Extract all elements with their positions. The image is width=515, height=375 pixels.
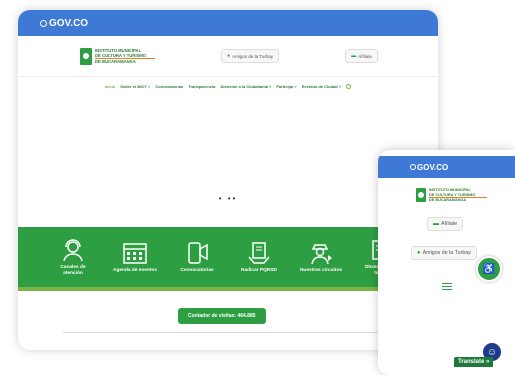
imct-emblem-icon: [416, 188, 426, 203]
hamburger-menu-icon[interactable]: [442, 283, 452, 292]
service-label: Radicar PQRSD: [241, 268, 277, 274]
mobile-brand-logo[interactable]: INSTITUTO MUNICIPAL DE CULTURA Y TURISMO…: [416, 188, 515, 203]
service-label: Convocatorias: [180, 268, 214, 274]
service-canales[interactable]: Canales de atención: [50, 237, 96, 276]
service-circuitos[interactable]: Nuestros circuitos: [298, 240, 344, 274]
person-icon: ●: [227, 53, 231, 59]
afiliate-button[interactable]: ▬ Afíliate: [345, 49, 378, 63]
divider: [63, 332, 393, 333]
service-label: Canales de atención: [60, 265, 86, 276]
service-label: Agenda de eventos: [113, 268, 157, 274]
headset-icon: [59, 237, 87, 263]
service-agenda[interactable]: Agenda de eventos: [112, 240, 158, 274]
card-icon: ▬: [433, 221, 439, 227]
visit-counter: Contador de visitas: 464.885: [178, 308, 266, 324]
imct-emblem-icon: [80, 47, 92, 65]
wheelchair-icon: ♿: [482, 263, 496, 275]
services-band-strip: [18, 287, 438, 291]
person-icon: ●: [417, 250, 421, 256]
nav-item-convocatorias[interactable]: Convocatorias: [155, 84, 183, 89]
nav-item-eventos[interactable]: Eventos de Ciudad ˅: [302, 84, 341, 89]
amigos-button[interactable]: ● Amigos de la Turbay: [221, 49, 280, 63]
gov-top-bar: GOV.CO: [18, 10, 438, 36]
amigos-label: Amigos de la Turbay: [232, 53, 274, 59]
brand-logo[interactable]: INSTITUTO MUNICIPAL DE CULTURA Y TURISMO…: [80, 47, 155, 65]
mobile-amigos-button[interactable]: ● Amigos de la Turbay: [411, 246, 477, 260]
nav-item-inicio[interactable]: Inicio: [105, 84, 115, 89]
gov-logo-text: GOV.CO: [417, 162, 449, 172]
megaphone-phone-icon: [183, 240, 211, 266]
gov-circle-icon: [410, 164, 416, 170]
brand-line-2: DE CULTURA Y TURISMO: [95, 52, 147, 58]
calendar-icon: [121, 240, 149, 266]
service-convocatorias[interactable]: Convocatorias: [174, 240, 220, 274]
mobile-afiliate-button[interactable]: ▬ Afíliate: [427, 217, 464, 231]
brand-line-3: DE BUCARAMANGA: [429, 197, 487, 203]
hero-slider: • ••: [18, 95, 438, 215]
site-header: INSTITUTO MUNICIPAL DE CULTURA Y TURISMO…: [18, 36, 438, 77]
search-icon[interactable]: [346, 83, 352, 89]
brand-line-2: DE CULTURA Y TURISMO: [429, 192, 476, 197]
gov-logo-text: GOV.CO: [49, 17, 89, 29]
main-nav: Inicio Sobre el IMCT ˅ Convocatorias Tra…: [18, 77, 438, 95]
nav-item-transparencia[interactable]: Transparencia: [188, 84, 215, 89]
translate-button[interactable]: Translate »: [454, 357, 494, 367]
brand-line-1: INSTITUTO MUNICIPAL: [429, 188, 471, 192]
mobile-preview: GOV.CO INSTITUTO MUNICIPAL DE CULTURA Y …: [378, 150, 515, 375]
afiliate-label: Afíliate: [358, 53, 372, 59]
mobile-gov-top-bar: GOV.CO: [378, 156, 515, 178]
afiliate-label: Afíliate: [441, 221, 458, 227]
card-icon: ▬: [351, 53, 357, 59]
service-label: Nuestros circuitos: [299, 268, 343, 274]
slider-dots[interactable]: • ••: [18, 194, 438, 203]
service-pqrsd[interactable]: Radicar PQRSD: [236, 240, 282, 274]
desktop-preview: GOV.CO INSTITUTO MUNICIPAL DE CULTURA Y …: [18, 10, 438, 350]
gov-circle-icon: [40, 19, 47, 27]
nav-item-atencion[interactable]: Atención a la Ciudadanía ˅: [220, 84, 271, 89]
services-band: Canales de atención Agenda de eventos Co…: [18, 227, 438, 287]
mobile-gov-logo[interactable]: GOV.CO: [410, 163, 448, 172]
accessibility-person-icon: ☺: [486, 346, 498, 358]
nav-item-participa[interactable]: Participa ˅: [276, 84, 296, 89]
gov-logo[interactable]: GOV.CO: [40, 18, 88, 29]
guide-icon: [307, 240, 335, 266]
nav-item-sobre[interactable]: Sobre el IMCT ˅: [120, 84, 150, 89]
hand-document-icon: [245, 240, 273, 266]
brand-line-3: DE BUCARAMANGA: [95, 58, 155, 64]
accessibility-button[interactable]: ♿: [476, 256, 502, 282]
amigos-label: Amigos de la Turbay: [422, 250, 471, 256]
